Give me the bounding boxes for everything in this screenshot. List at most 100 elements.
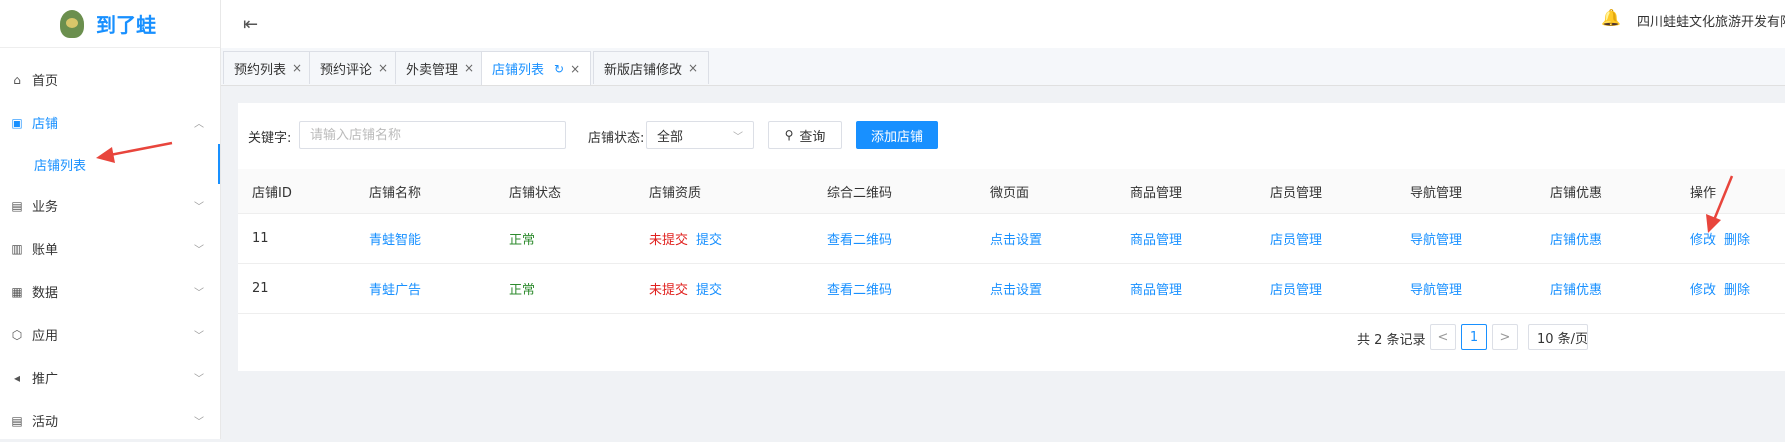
column-header: 店铺状态 bbox=[495, 169, 635, 214]
sidebar-subitem-label: 店铺列表 bbox=[34, 158, 87, 174]
next-page-button[interactable]: > bbox=[1492, 324, 1518, 350]
sidebar-item-business[interactable]: ▤ 业务 ﹀ bbox=[0, 184, 220, 227]
refresh-icon[interactable]: ↻ bbox=[554, 62, 564, 76]
column-header: 店员管理 bbox=[1256, 169, 1396, 214]
chevron-down-icon: ﹀ bbox=[194, 374, 204, 385]
logo[interactable]: 到了蛙 bbox=[0, 0, 220, 48]
sidebar-item-label: 账单 bbox=[32, 243, 59, 258]
sidebar-item-label: 推广 bbox=[32, 372, 59, 387]
sidebar-subitem-store-list[interactable]: 店铺列表 bbox=[0, 144, 220, 184]
sidebar-item-bill[interactable]: ▥ 账单 ﹀ bbox=[0, 227, 220, 270]
sidebar: 到了蛙 ⌂ 首页 ▣ 店铺 ︿ 店铺列表 ▤ 业务 ﹀ ▥ 账单 ﹀ ▦ 数据 … bbox=[0, 0, 221, 439]
sidebar-item-label: 数据 bbox=[32, 286, 59, 301]
tab-store-list[interactable]: 店铺列表 ↻ × bbox=[481, 51, 592, 85]
micro-page-link[interactable]: 点击设置 bbox=[990, 233, 1042, 248]
add-store-button[interactable]: 添加店铺 bbox=[856, 121, 938, 149]
tab-new-store-edit[interactable]: 新版店铺修改 × bbox=[593, 51, 710, 84]
view-qrcode-link[interactable]: 查看二维码 bbox=[827, 233, 892, 248]
sidebar-item-label: 应用 bbox=[32, 329, 59, 344]
chevron-down-icon: ﹀ bbox=[733, 131, 743, 143]
sidebar-item-data[interactable]: ▦ 数据 ﹀ bbox=[0, 270, 220, 313]
home-icon: ⌂ bbox=[13, 72, 21, 87]
bill-icon: ▥ bbox=[11, 241, 23, 256]
edit-link[interactable]: 修改 bbox=[1690, 283, 1716, 298]
store-status: 正常 bbox=[509, 233, 536, 248]
column-header: 店铺优惠 bbox=[1536, 169, 1676, 214]
add-store-button-label: 添加店铺 bbox=[870, 129, 923, 145]
sidebar-item-label: 首页 bbox=[32, 74, 59, 89]
delete-link[interactable]: 删除 bbox=[1724, 233, 1750, 248]
activity-icon: ▤ bbox=[11, 413, 23, 428]
goods-manage-link[interactable]: 商品管理 bbox=[1130, 233, 1182, 248]
goods-manage-link[interactable]: 商品管理 bbox=[1130, 283, 1182, 298]
status-select-value: 全部 bbox=[657, 129, 684, 145]
nav-manage-link[interactable]: 导航管理 bbox=[1410, 283, 1462, 298]
column-header: 店铺ID bbox=[238, 169, 355, 214]
page-number-button[interactable]: 1 bbox=[1461, 324, 1487, 350]
keyword-input[interactable] bbox=[299, 121, 566, 149]
promotion-icon: ◂ bbox=[13, 370, 21, 385]
tab-reservation-comments[interactable]: 预约评论 × bbox=[309, 51, 400, 84]
chevron-down-icon: ﹀ bbox=[194, 331, 204, 342]
staff-manage-link[interactable]: 店员管理 bbox=[1270, 283, 1322, 298]
store-table: 店铺ID 店铺名称 店铺状态 店铺资质 综合二维码 微页面 商品管理 店员管理 … bbox=[238, 169, 1785, 314]
delete-link[interactable]: 删除 bbox=[1724, 283, 1750, 298]
chevron-up-icon: ︿ bbox=[194, 119, 204, 130]
close-icon[interactable]: × bbox=[464, 61, 474, 75]
staff-manage-link[interactable]: 店员管理 bbox=[1270, 233, 1322, 248]
qualification-status: 未提交 bbox=[649, 233, 689, 248]
bell-icon[interactable]: 🔔 bbox=[1601, 8, 1621, 27]
tab-label: 新版店铺修改 bbox=[604, 62, 683, 78]
tab-reservation-list[interactable]: 预约列表 × bbox=[223, 51, 314, 84]
total-records: 共 2 条记录 bbox=[1357, 333, 1426, 348]
sidebar-item-home[interactable]: ⌂ 首页 bbox=[0, 58, 220, 101]
nav-manage-link[interactable]: 导航管理 bbox=[1410, 233, 1462, 248]
search-icon: ⚲ bbox=[784, 128, 794, 142]
chevron-down-icon: ﹀ bbox=[194, 245, 204, 256]
close-icon[interactable]: × bbox=[292, 61, 302, 75]
close-icon[interactable]: × bbox=[378, 61, 388, 75]
sidebar-item-activity[interactable]: ▤ 活动 ﹀ bbox=[0, 399, 220, 442]
status-select[interactable]: 全部 ﹀ bbox=[646, 121, 754, 149]
table-header-row: 店铺ID 店铺名称 店铺状态 店铺资质 综合二维码 微页面 商品管理 店员管理 … bbox=[238, 169, 1785, 214]
edit-link[interactable]: 修改 bbox=[1690, 233, 1716, 248]
chevron-down-icon: ﹀ bbox=[194, 288, 204, 299]
qualification-status: 未提交 bbox=[649, 283, 689, 298]
tab-label: 预约列表 bbox=[234, 62, 287, 78]
prev-page-button[interactable]: < bbox=[1430, 324, 1456, 350]
tab-label: 店铺列表 bbox=[492, 63, 545, 78]
store-name-link[interactable]: 青蛙智能 bbox=[369, 233, 421, 248]
chevron-down-icon: ﹀ bbox=[194, 202, 204, 213]
menu-fold-icon[interactable]: ⇤ bbox=[243, 14, 258, 35]
pagination: 共 2 条记录 < 1 > 10 条/页 bbox=[238, 321, 1785, 351]
sidebar-item-label: 店铺 bbox=[32, 117, 59, 132]
close-icon[interactable]: × bbox=[688, 61, 698, 75]
status-label: 店铺状态: bbox=[588, 131, 645, 146]
close-icon[interactable]: × bbox=[570, 62, 580, 76]
app-name: 到了蛙 bbox=[96, 13, 156, 37]
sidebar-item-app[interactable]: ⬡ 应用 ﹀ bbox=[0, 313, 220, 356]
column-header: 微页面 bbox=[976, 169, 1116, 214]
chevron-down-icon: ﹀ bbox=[194, 417, 204, 428]
company-name[interactable]: 四川蛙蛙文化旅游开发有限 bbox=[1637, 11, 1785, 30]
tab-label: 预约评论 bbox=[320, 62, 373, 78]
sidebar-item-store[interactable]: ▣ 店铺 ︿ bbox=[0, 101, 220, 144]
store-name-link[interactable]: 青蛙广告 bbox=[369, 283, 421, 298]
keyword-label: 关键字: bbox=[248, 131, 292, 146]
query-button-label: 查询 bbox=[799, 129, 826, 145]
store-promo-link[interactable]: 店铺优惠 bbox=[1550, 233, 1602, 248]
query-button[interactable]: ⚲ 查询 bbox=[768, 121, 842, 149]
tab-takeout[interactable]: 外卖管理 × bbox=[395, 51, 486, 84]
sidebar-menu: ⌂ 首页 ▣ 店铺 ︿ 店铺列表 ▤ 业务 ﹀ ▥ 账单 ﹀ ▦ 数据 ﹀ ⬡ … bbox=[0, 58, 220, 442]
micro-page-link[interactable]: 点击设置 bbox=[990, 283, 1042, 298]
sidebar-item-label: 业务 bbox=[32, 200, 59, 215]
submit-link[interactable]: 提交 bbox=[696, 233, 722, 248]
view-qrcode-link[interactable]: 查看二维码 bbox=[827, 283, 892, 298]
frog-logo-icon bbox=[60, 9, 84, 38]
submit-link[interactable]: 提交 bbox=[696, 283, 722, 298]
store-status: 正常 bbox=[509, 283, 536, 298]
page-size-select[interactable]: 10 条/页 bbox=[1528, 324, 1588, 350]
sidebar-item-promotion[interactable]: ◂ 推广 ﹀ bbox=[0, 356, 220, 399]
store-id: 21 bbox=[238, 263, 355, 314]
store-promo-link[interactable]: 店铺优惠 bbox=[1550, 283, 1602, 298]
